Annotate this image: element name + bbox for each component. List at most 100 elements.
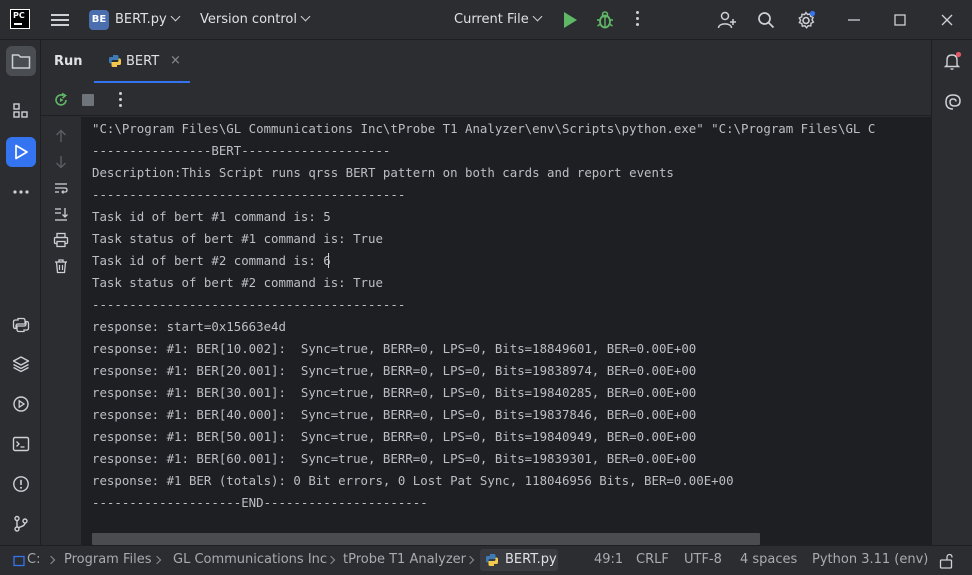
console-line: ----------------------------------------… xyxy=(92,297,406,312)
structure-icon xyxy=(13,103,28,118)
breadcrumb-current-file[interactable]: BERT.py xyxy=(480,549,558,571)
terminal-button[interactable] xyxy=(6,429,36,459)
stop-icon[interactable] xyxy=(82,94,94,106)
left-tool-strip xyxy=(0,40,41,545)
notifications-bell-icon[interactable] xyxy=(943,51,963,71)
clear-all-trash-icon[interactable] xyxy=(53,258,69,274)
run-configuration-selector[interactable]: Current File xyxy=(454,11,543,27)
tab-bert[interactable]: BERT × xyxy=(94,40,190,84)
run-outline-icon xyxy=(15,144,28,160)
project-tool-button[interactable] xyxy=(6,46,36,76)
chevron-down-icon xyxy=(532,11,543,22)
debug-icon[interactable] xyxy=(596,10,614,30)
run-tool-button[interactable] xyxy=(6,137,36,167)
breadcrumb-separator-icon xyxy=(326,555,336,565)
chevron-down-icon xyxy=(300,11,311,22)
tab-label: BERT xyxy=(126,54,160,69)
project-selector[interactable]: BERT.py xyxy=(115,11,181,27)
console-line: response: start=0x15663e4d xyxy=(92,319,286,334)
run-toolbar xyxy=(41,84,931,116)
version-control-menu[interactable]: Version control xyxy=(200,11,311,27)
breadcrumb-program-files[interactable]: Program Files xyxy=(64,552,152,567)
services-button[interactable] xyxy=(6,389,36,419)
python-interpreter[interactable]: Python 3.11 (env) xyxy=(812,552,928,567)
python-packages-button[interactable] xyxy=(6,310,36,340)
console-line: --------------------END-----------------… xyxy=(92,495,428,510)
breadcrumb-tprobe[interactable]: tProbe T1 Analyzer xyxy=(343,552,466,567)
rerun-icon[interactable] xyxy=(53,92,69,108)
console-line: Task status of bert #1 command is: True xyxy=(92,231,383,246)
close-window-icon[interactable] xyxy=(939,12,955,28)
run-config-label: Current File xyxy=(454,12,529,27)
git-branch-icon xyxy=(14,515,28,532)
tab-close-icon[interactable]: × xyxy=(170,53,181,68)
terminal-icon xyxy=(12,436,30,452)
console-line: "C:\Program Files\GL Communications Inc\… xyxy=(92,121,876,136)
scroll-down-arrow-icon[interactable] xyxy=(53,154,69,170)
drive-folder-icon xyxy=(13,555,25,567)
problems-button[interactable] xyxy=(6,469,36,499)
vcs-label: Version control xyxy=(200,12,297,27)
services-play-icon xyxy=(13,396,29,412)
settings-gear-icon[interactable] xyxy=(796,10,816,30)
layers-icon xyxy=(12,356,30,373)
python-packages-icon xyxy=(12,317,30,333)
ai-assistant-spiral-icon[interactable] xyxy=(943,92,963,112)
chevron-down-icon xyxy=(170,11,181,22)
console-line: response: #1: BER[30.001]: Sync=true, BE… xyxy=(92,385,697,400)
indent-setting[interactable]: 4 spaces xyxy=(740,552,797,567)
python-file-icon xyxy=(109,55,121,67)
problems-info-icon xyxy=(13,476,29,492)
pycharm-logo-icon[interactable]: PC xyxy=(10,9,30,29)
caret-position[interactable]: 49:1 xyxy=(594,552,623,567)
run-icon[interactable] xyxy=(564,12,577,28)
breadcrumb-gl-communications[interactable]: GL Communications Inc xyxy=(173,552,327,567)
breadcrumb-drive[interactable]: C: xyxy=(27,552,40,567)
structure-tool-button[interactable] xyxy=(6,96,36,126)
console-line: Task status of bert #2 command is: True xyxy=(92,275,383,290)
tab-selected-indicator xyxy=(94,81,190,83)
console-line: response: #1: BER[60.001]: Sync=true, BE… xyxy=(92,451,697,466)
maximize-icon[interactable] xyxy=(892,12,908,28)
file-encoding[interactable]: UTF-8 xyxy=(684,552,722,567)
breadcrumb-separator-icon xyxy=(46,555,56,565)
console-line: response: #1 BER (totals): 0 Bit errors,… xyxy=(92,473,734,488)
logo-text: PC xyxy=(13,11,25,20)
print-icon[interactable] xyxy=(53,232,69,248)
services-layers-button[interactable] xyxy=(6,349,36,379)
console-line: response: #1: BER[20.001]: Sync=true, BE… xyxy=(92,363,697,378)
status-bar: C: Program Files GL Communications Inc t… xyxy=(0,545,972,575)
console-output[interactable]: "C:\Program Files\GL Communications Inc\… xyxy=(81,117,931,545)
line-separator[interactable]: CRLF xyxy=(636,552,669,567)
console-line: response: #1: BER[40.000]: Sync=true, BE… xyxy=(92,407,697,422)
console-side-toolbar xyxy=(41,117,81,545)
soft-wrap-icon[interactable] xyxy=(53,180,69,196)
breadcrumb-separator-icon xyxy=(152,555,162,565)
console-line: response: #1: BER[10.002]: Sync=true, BE… xyxy=(92,341,697,356)
console-line: ----------------BERT-------------------- xyxy=(92,143,391,158)
more-tools-button[interactable] xyxy=(6,177,36,207)
add-user-icon[interactable] xyxy=(717,10,737,30)
git-button[interactable] xyxy=(6,509,36,539)
console-line: Task id of bert #1 command is: 5 xyxy=(92,209,331,224)
more-horizontal-icon xyxy=(13,190,29,194)
more-actions-icon[interactable] xyxy=(636,11,640,29)
breadcrumb-separator-icon xyxy=(465,555,475,565)
console-line: Task id of bert #2 command is: 6 xyxy=(92,253,331,268)
text-caret xyxy=(327,253,329,268)
folder-icon xyxy=(11,54,31,69)
minimize-icon[interactable] xyxy=(846,12,862,28)
project-name: BERT.py xyxy=(115,12,167,27)
main-menu-icon[interactable] xyxy=(51,12,69,28)
console-line: Description:This Script runs qrss BERT p… xyxy=(92,165,674,180)
lock-open-icon[interactable] xyxy=(939,553,953,569)
scroll-to-end-icon[interactable] xyxy=(53,206,69,222)
right-tool-strip xyxy=(931,40,972,545)
toolwindow-title: Run xyxy=(54,54,83,69)
horizontal-scrollbar[interactable] xyxy=(92,533,760,545)
scroll-up-arrow-icon[interactable] xyxy=(53,128,69,144)
project-badge[interactable]: BE xyxy=(89,10,109,30)
search-icon[interactable] xyxy=(757,11,775,29)
title-bar: PC BE BERT.py Version control Current Fi… xyxy=(0,0,972,40)
toolbar-more-icon[interactable] xyxy=(119,92,123,110)
